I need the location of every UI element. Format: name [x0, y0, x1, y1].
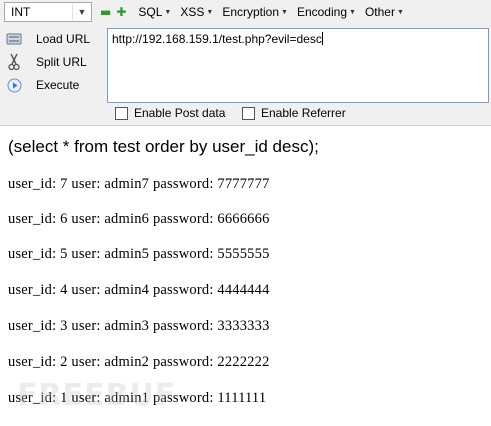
type-select-value: INT [11, 5, 31, 19]
enable-post-checkbox[interactable]: Enable Post data [115, 106, 225, 120]
scissors-icon [6, 53, 22, 71]
enable-post-label: Enable Post data [134, 106, 226, 120]
caret-down-icon: ▼ [206, 8, 214, 16]
result-row: user_id: 3 user: admin3 password: 333333… [8, 318, 270, 334]
load-url-icon [6, 31, 22, 47]
result-row: user_id: 1 user: admin1 password: 111111… [8, 390, 267, 406]
load-url-label: Load URL [36, 32, 91, 46]
execute-button[interactable]: Execute [6, 75, 79, 95]
menu-encoding[interactable]: Encoding ▼ [297, 5, 356, 19]
caret-down-icon: ▼ [396, 8, 404, 16]
menu-encoding-label: Encoding [296, 5, 347, 19]
enable-referrer-label: Enable Referrer [261, 106, 346, 120]
text-cursor [321, 32, 323, 45]
chevron-down-icon[interactable]: ▼ [72, 3, 91, 21]
checkbox-box[interactable] [115, 106, 128, 120]
checkbox-box[interactable] [242, 106, 255, 120]
type-select[interactable]: INT ▼ [4, 2, 92, 22]
url-value: http://192.168.159.1/test.php?evil=desc [112, 32, 322, 46]
sql-query-text: (select * from test order by user_id des… [8, 137, 319, 156]
menu-encryption[interactable]: Encryption ▼ [222, 5, 288, 19]
execute-label: Execute [36, 78, 80, 92]
split-url-label: Split URL [36, 55, 87, 69]
hackbar-toolbar: INT ▼ ▬ ✚ SQL ▼ XSS ▼ Encryption ▼ Encoding… [0, 0, 491, 126]
caret-down-icon: ▼ [281, 8, 288, 16]
hackbar-menu: ▬ ✚ SQL ▼ XSS ▼ Encryption ▼ Encoding ▼ Othe… [100, 3, 413, 21]
menu-other-label: Other [364, 5, 395, 19]
menu-sql[interactable]: SQL ▼ [138, 5, 171, 19]
menu-xss[interactable]: XSS ▼ [180, 5, 213, 19]
menu-encryption-label: Encryption [222, 5, 280, 19]
menu-sql-label: SQL [138, 5, 163, 19]
caret-down-icon: ▼ [349, 8, 356, 16]
menu-xss-label: XSS [180, 5, 205, 19]
result-row: user_id: 4 user: admin4 password: 444444… [8, 282, 270, 298]
result-row: user_id: 6 user: admin6 password: 666666… [8, 211, 270, 227]
result-row: user_id: 7 user: admin7 password: 777777… [8, 176, 270, 192]
play-icon [6, 77, 22, 93]
split-url-button[interactable]: Split URL [6, 52, 87, 72]
url-textarea[interactable]: http://192.168.159.1/test.php?evil=desc [107, 28, 489, 103]
result-row: user_id: 2 user: admin2 password: 222222… [8, 354, 270, 370]
load-url-button[interactable]: Load URL [6, 29, 90, 49]
menu-other[interactable]: Other ▼ [365, 5, 404, 19]
enable-referrer-checkbox[interactable]: Enable Referrer [242, 106, 346, 120]
result-row: user_id: 5 user: admin5 password: 555555… [8, 246, 270, 262]
plus-icon[interactable]: ✚ [116, 5, 126, 19]
caret-down-icon: ▼ [164, 8, 172, 16]
minus-icon[interactable]: ▬ [100, 5, 111, 19]
